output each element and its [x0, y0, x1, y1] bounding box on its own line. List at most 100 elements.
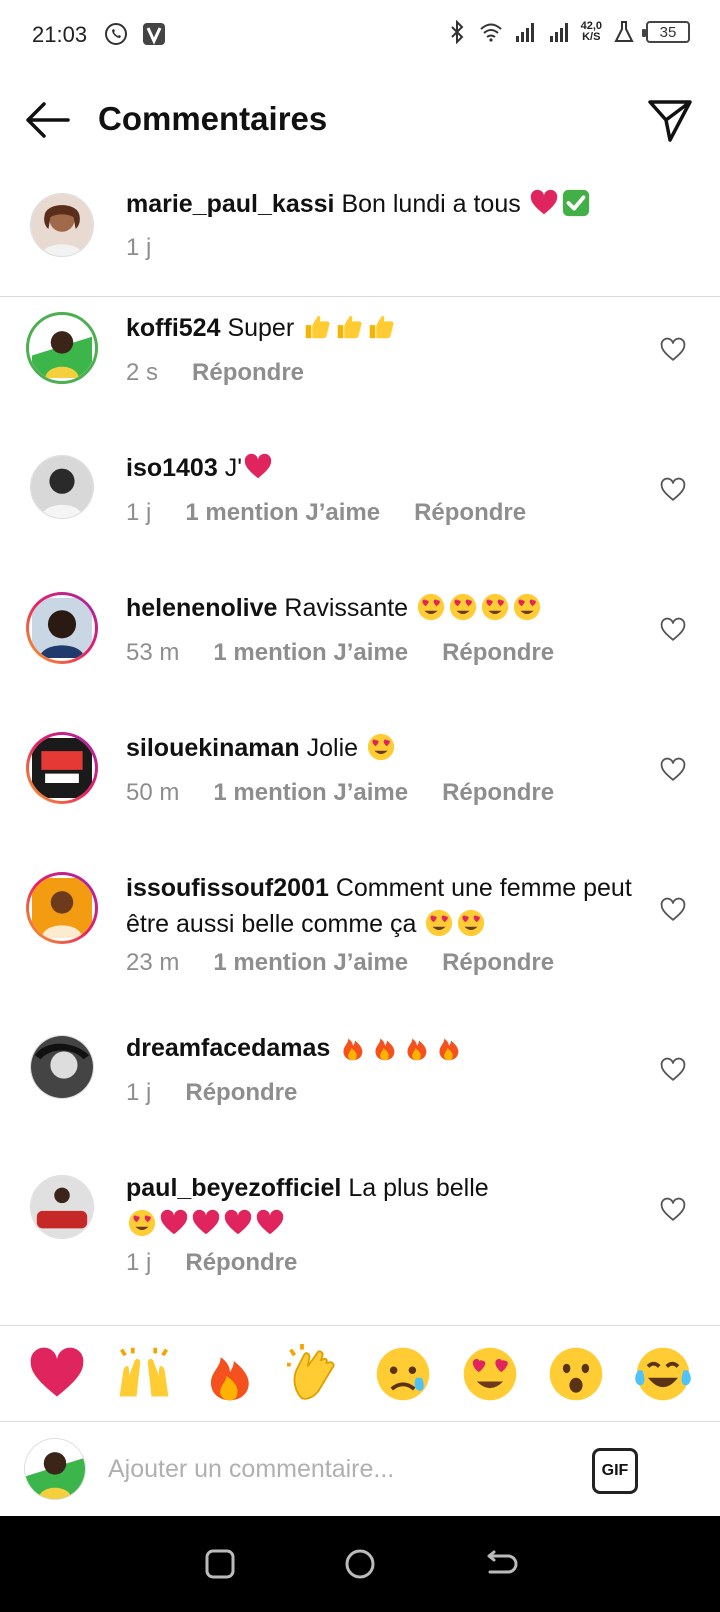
- status-time: 21:03: [32, 22, 88, 47]
- heart-eyes-emoji: [512, 592, 542, 622]
- signal-icon-2: [549, 23, 568, 42]
- battery-level: 35: [659, 23, 677, 41]
- red-heart-emoji: [243, 452, 273, 482]
- v-app-icon: [143, 23, 165, 45]
- reply-button[interactable]: Répondre: [192, 359, 304, 387]
- heart-eyes-emoji: [448, 592, 478, 622]
- avatar[interactable]: [30, 193, 94, 257]
- heart-eyes-emoji: [456, 908, 486, 938]
- like-heart-icon[interactable]: [660, 1057, 686, 1083]
- avatar[interactable]: [26, 732, 98, 804]
- check-mark-emoji: [561, 188, 591, 218]
- like-heart-icon[interactable]: [660, 477, 686, 503]
- tears-of-joy-emoji-button[interactable]: [633, 1344, 693, 1404]
- caption-username[interactable]: marie_paul_kassi: [126, 190, 334, 218]
- fire-emoji: [434, 1032, 464, 1062]
- comment-input-bar: GIF: [0, 1421, 720, 1516]
- comment-time: 2 s: [126, 359, 159, 386]
- thumbs-up-emoji: [302, 312, 332, 342]
- battery-indicator: 35: [642, 21, 690, 43]
- comment-time: 50 m: [126, 779, 180, 806]
- red-heart-emoji: [529, 188, 559, 218]
- reply-button[interactable]: Répondre: [414, 499, 526, 527]
- home-icon[interactable]: [340, 1544, 380, 1584]
- comment-time: 53 m: [126, 639, 180, 666]
- comment-item: paul_beyezofficiel La plus belle 1 j Rép…: [0, 1165, 720, 1325]
- thumbs-up-emoji: [334, 312, 364, 342]
- like-heart-icon[interactable]: [660, 757, 686, 783]
- back-arrow-icon[interactable]: [22, 98, 72, 142]
- header: Commentaires: [0, 72, 720, 168]
- crying-face-emoji-button[interactable]: [373, 1344, 433, 1404]
- comment-text: J': [224, 454, 242, 482]
- reply-button[interactable]: Répondre: [442, 779, 554, 807]
- whatsapp-icon: [105, 23, 127, 45]
- signal-icon: [515, 23, 534, 42]
- likes-count[interactable]: 1 mention J’aime: [213, 949, 408, 977]
- send-icon[interactable]: [646, 96, 694, 144]
- likes-count[interactable]: 1 mention J’aime: [185, 499, 380, 527]
- fire-emoji: [338, 1032, 368, 1062]
- quick-emoji-bar: [0, 1325, 720, 1421]
- comment-username[interactable]: iso1403: [126, 454, 218, 482]
- likes-count[interactable]: 1 mention J’aime: [213, 779, 408, 807]
- like-heart-icon[interactable]: [660, 337, 686, 363]
- flask-icon: [614, 21, 634, 42]
- comment-text: La plus belle: [348, 1174, 489, 1202]
- avatar[interactable]: [30, 455, 94, 519]
- surprised-face-emoji-button[interactable]: [546, 1344, 606, 1404]
- comment-username[interactable]: paul_beyezofficiel: [126, 1174, 341, 1202]
- comment-item: iso1403 J' 1 j 1 mention J’aime Répondre: [0, 445, 720, 575]
- comment-time: 23 m: [126, 949, 180, 976]
- reply-button[interactable]: Répondre: [442, 639, 554, 667]
- comment-text: Jolie: [306, 734, 359, 762]
- comment-input[interactable]: [108, 1448, 568, 1490]
- heart-eyes-emoji-button[interactable]: [460, 1344, 520, 1404]
- like-heart-icon[interactable]: [660, 617, 686, 643]
- avatar[interactable]: [26, 312, 98, 384]
- current-user-avatar: [24, 1438, 86, 1500]
- reply-button[interactable]: Répondre: [185, 1079, 297, 1107]
- comment-item: dreamfacedamas 1 j Répondre: [0, 1025, 720, 1155]
- red-heart-emoji: [223, 1208, 253, 1238]
- heart-eyes-emoji: [127, 1208, 157, 1238]
- red-heart-emoji: [255, 1208, 285, 1238]
- comment-item: helenenolive Ravissante 53 m 1 mention J…: [0, 585, 720, 715]
- red-heart-emoji: [191, 1208, 221, 1238]
- comment-username[interactable]: silouekinaman: [126, 734, 300, 762]
- comment-username[interactable]: issoufissouf2001: [126, 874, 329, 902]
- comment-item: silouekinaman Jolie 50 m 1 mention J’aim…: [0, 725, 720, 855]
- back-icon[interactable]: [480, 1544, 520, 1584]
- wifi-icon: [479, 23, 502, 42]
- comment-username[interactable]: helenenolive: [126, 594, 277, 622]
- red-heart-emoji-button[interactable]: [27, 1344, 87, 1404]
- clapping-hands-emoji-button[interactable]: [287, 1344, 347, 1404]
- avatar[interactable]: [26, 872, 98, 944]
- likes-count[interactable]: 1 mention J’aime: [213, 639, 408, 667]
- system-nav-bar: [0, 1516, 720, 1612]
- avatar[interactable]: [30, 1175, 94, 1239]
- fire-emoji-button[interactable]: [200, 1344, 260, 1404]
- comment-username[interactable]: dreamfacedamas: [126, 1034, 330, 1062]
- comment-time: 1 j: [126, 499, 152, 526]
- comment-item: koffi524 Super 2 s Répondre: [0, 305, 720, 435]
- comment-text: Ravissante: [284, 594, 409, 622]
- bluetooth-icon: [450, 20, 463, 44]
- avatar[interactable]: [26, 592, 98, 664]
- comment-item: issoufissouf2001 Comment une femme peut …: [0, 865, 720, 1030]
- avatar[interactable]: [30, 1035, 94, 1099]
- reply-button[interactable]: Répondre: [442, 949, 554, 977]
- page-title: Commentaires: [98, 100, 328, 137]
- like-heart-icon[interactable]: [660, 1197, 686, 1223]
- gif-button[interactable]: GIF: [592, 1448, 638, 1494]
- reply-button[interactable]: Répondre: [185, 1249, 297, 1277]
- red-heart-emoji: [159, 1208, 189, 1238]
- like-heart-icon[interactable]: [660, 897, 686, 923]
- speed-unit: K/S: [582, 31, 601, 43]
- recent-apps-icon[interactable]: [200, 1544, 240, 1584]
- comment-text: Super: [227, 314, 295, 342]
- raising-hands-emoji-button[interactable]: [114, 1344, 174, 1404]
- caption-time: 1 j: [126, 234, 152, 261]
- comment-username[interactable]: koffi524: [126, 314, 220, 342]
- fire-emoji: [402, 1032, 432, 1062]
